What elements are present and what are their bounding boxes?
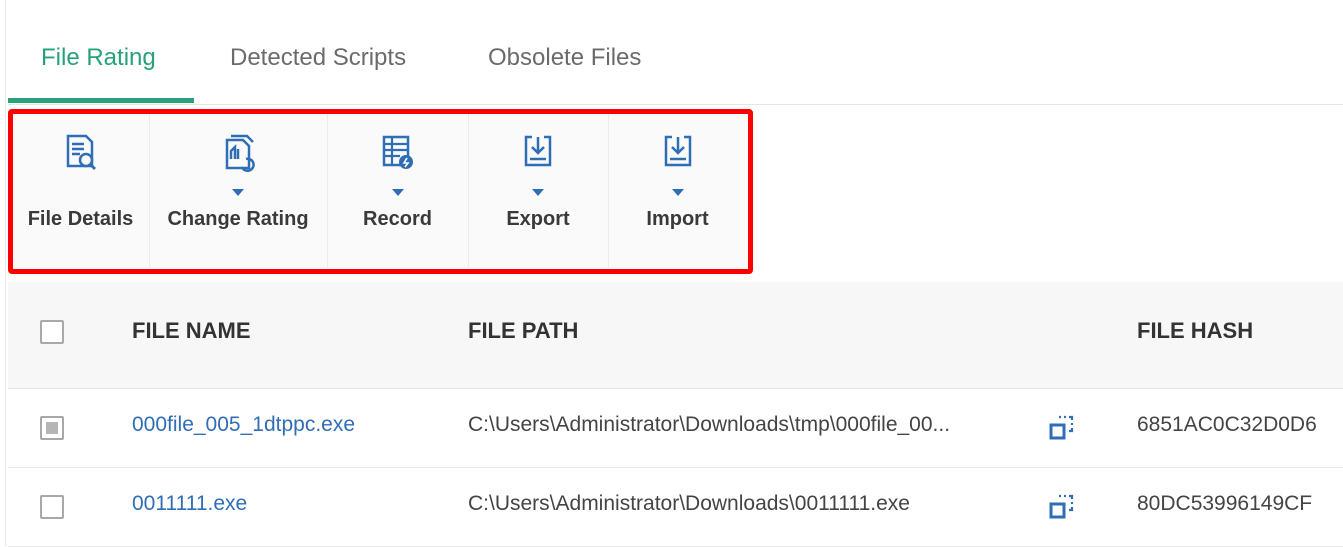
tab-obsolete-files[interactable]: Obsolete Files xyxy=(488,38,641,78)
row-checkbox[interactable] xyxy=(40,495,64,519)
record-button[interactable]: Record xyxy=(327,113,469,268)
column-header-file-name[interactable]: FILE NAME xyxy=(132,318,251,344)
record-dropdown-caret xyxy=(391,189,404,196)
import-button[interactable]: Import xyxy=(608,113,747,268)
record-icon xyxy=(382,135,413,169)
change-rating-dropdown-caret xyxy=(232,189,244,196)
import-icon xyxy=(664,135,691,167)
left-border xyxy=(5,0,6,546)
copy-icon[interactable] xyxy=(1048,413,1078,443)
tab-file-rating[interactable]: File Rating xyxy=(41,38,156,78)
column-header-file-path[interactable]: FILE PATH xyxy=(468,318,578,344)
select-all-checkbox[interactable] xyxy=(40,320,64,344)
export-icon xyxy=(524,135,552,167)
change-rating-button[interactable]: Change Rating xyxy=(149,113,328,268)
file-path: C:\Users\Administrator\Downloads\0011111… xyxy=(468,492,910,515)
file-hash: 6851AC0C32D0D6 xyxy=(1137,413,1317,436)
active-tab-indicator xyxy=(8,98,194,103)
row-checkbox[interactable] xyxy=(40,416,64,440)
copy-icon[interactable] xyxy=(1048,492,1078,522)
file-details-label: File Details xyxy=(27,208,134,230)
export-button[interactable]: Export xyxy=(468,113,609,268)
file-hash: 80DC53996149CF xyxy=(1137,492,1313,515)
tab-detected-scripts[interactable]: Detected Scripts xyxy=(230,38,406,78)
table-row[interactable]: 0011111.exe C:\Users\Administrator\Downl… xyxy=(8,468,1343,547)
export-label: Export xyxy=(506,208,570,230)
file-name-link[interactable]: 0011111.exe xyxy=(132,492,247,516)
file-details-icon xyxy=(66,134,96,171)
change-rating-icon xyxy=(225,134,255,172)
change-rating-label: Change Rating xyxy=(167,208,309,230)
table-header: FILE NAME FILE PATH FILE HASH xyxy=(8,282,1343,389)
export-dropdown-caret xyxy=(532,189,544,196)
record-label: Record xyxy=(363,208,432,230)
file-details-button[interactable]: File Details xyxy=(12,113,150,268)
import-dropdown-caret xyxy=(671,189,684,196)
action-toolbar: File Details Change Rating Record Export xyxy=(12,113,747,268)
table-row[interactable]: 000file_005_1dtppc.exe C:\Users\Administ… xyxy=(8,389,1343,468)
import-label: Import xyxy=(646,208,709,230)
tab-bar: File Rating Detected Scripts Obsolete Fi… xyxy=(8,0,1343,105)
file-name-link[interactable]: 000file_005_1dtppc.exe xyxy=(132,413,355,437)
column-header-file-hash[interactable]: FILE HASH xyxy=(1137,318,1253,344)
file-path: C:\Users\Administrator\Downloads\tmp\000… xyxy=(468,413,951,436)
